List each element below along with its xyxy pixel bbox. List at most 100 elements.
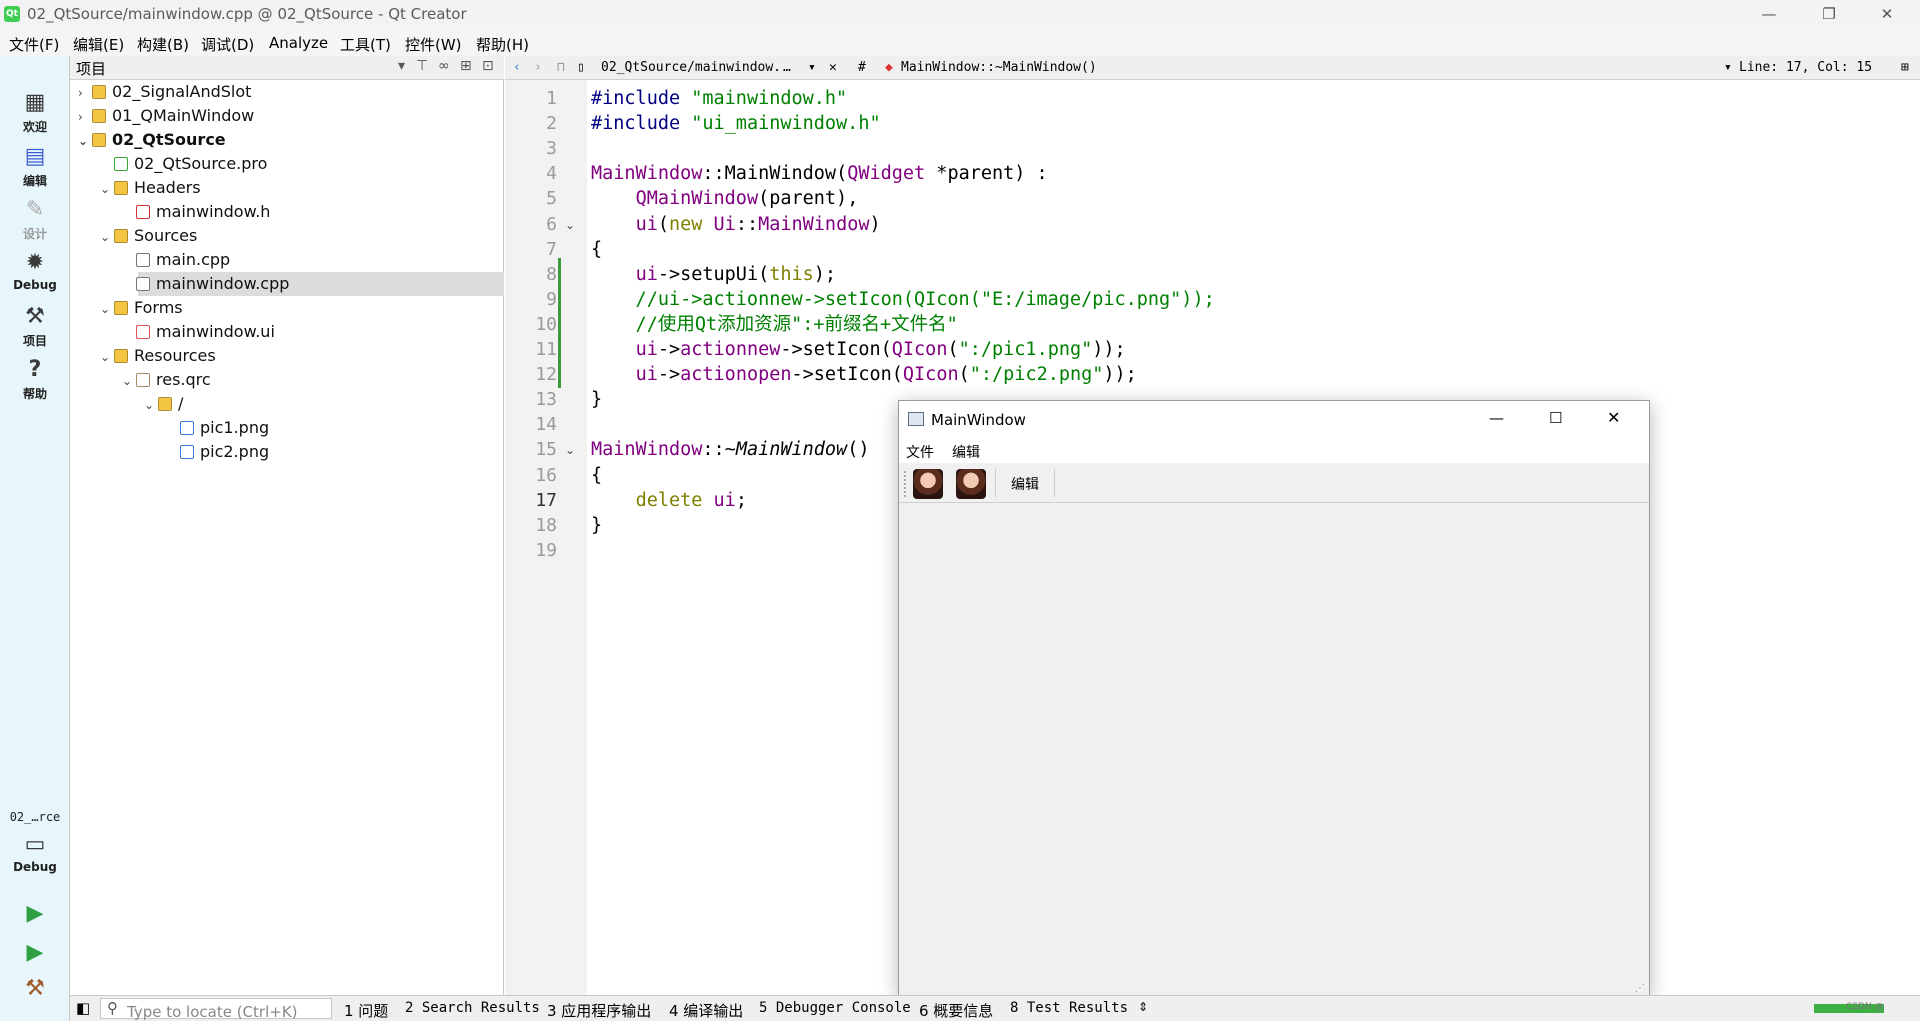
toolbar-edit-action[interactable]: 编辑 <box>1011 474 1039 494</box>
expand-arrow-icon[interactable]: ⌄ <box>122 369 136 393</box>
code-line[interactable]: } <box>591 387 602 412</box>
tree-item[interactable]: › 01_QMainWindow <box>78 104 254 128</box>
code-line[interactable]: } <box>591 513 602 538</box>
split-icon[interactable]: ⊞ <box>460 58 472 74</box>
fold-arrow-icon[interactable]: ⌄ <box>565 443 575 457</box>
back-icon[interactable]: ‹ <box>513 60 521 75</box>
expand-arrow-icon[interactable]: › <box>78 81 92 105</box>
tree-item[interactable]: mainwindow.cpp <box>122 272 289 296</box>
tree-item[interactable]: ⌄ Resources <box>100 344 216 368</box>
code-line[interactable]: { <box>591 237 602 262</box>
tree-item[interactable]: › 02_SignalAndSlot <box>78 80 251 104</box>
code-line[interactable]: ui->actionnew->setIcon(QIcon(":/pic1.png… <box>591 337 1126 362</box>
app-window[interactable]: MainWindow — ☐ ✕ 文件 编辑 编辑 ⋰ <box>898 400 1650 997</box>
pane-menu-icon[interactable]: ⇕ <box>1138 1000 1148 1014</box>
split-editor-icon[interactable]: ⊞ <box>1901 60 1909 75</box>
pane-debugger-console[interactable]: 5 Debugger Console <box>759 1000 911 1016</box>
pane-general-messages[interactable]: 6 概要信息 <box>919 1000 993 1021</box>
expand-arrow-icon[interactable]: ⌄ <box>100 225 114 249</box>
tree-item[interactable]: ⌄ Forms <box>100 296 183 320</box>
close-button[interactable]: ✕ <box>1864 0 1910 29</box>
restore-button[interactable]: ❐ <box>1806 0 1852 29</box>
close-file-icon[interactable]: ✕ <box>829 60 837 75</box>
app-close-icon[interactable]: ✕ <box>1607 408 1620 427</box>
mode-edit[interactable]: ▤ 编辑 <box>0 144 70 189</box>
tree-item[interactable]: ⌄ / <box>144 392 183 416</box>
debug-run-button[interactable]: ▶ <box>0 940 70 968</box>
expand-arrow-icon[interactable]: › <box>78 105 92 129</box>
menu-tools[interactable]: 工具(T) <box>340 34 391 55</box>
code-line[interactable]: MainWindow::MainWindow(QWidget *parent) … <box>591 161 1048 186</box>
menu-help[interactable]: 帮助(H) <box>476 34 529 55</box>
menu-file[interactable]: 文件(F) <box>9 34 59 55</box>
menu-debug[interactable]: 调试(D) <box>201 34 254 55</box>
mode-welcome[interactable]: ▦ 欢迎 <box>0 90 70 135</box>
action-open-icon[interactable] <box>956 469 986 499</box>
resize-grip[interactable]: ⋰ <box>1635 983 1645 994</box>
tree-item[interactable]: ⌄ Headers <box>100 176 201 200</box>
locator-input[interactable]: ⚲ Type to locate (Ctrl+K) <box>100 998 332 1021</box>
pane-compile-output[interactable]: 4 编译输出 <box>669 1000 743 1021</box>
pane-app-output[interactable]: 3 应用程序输出 <box>547 1000 651 1021</box>
tree-item[interactable]: mainwindow.h <box>122 200 270 224</box>
tree-item[interactable]: pic2.png <box>166 440 269 464</box>
expand-arrow-icon[interactable]: ⌄ <box>78 129 92 153</box>
tree-item[interactable]: main.cpp <box>122 248 230 272</box>
pane-search-results[interactable]: 2 Search Results <box>405 1000 540 1016</box>
code-line[interactable]: QMainWindow(parent), <box>591 186 859 211</box>
toggle-sidebar-icon[interactable]: ◧ <box>76 999 90 1017</box>
forward-icon[interactable]: › <box>534 60 542 75</box>
menu-build[interactable]: 构建(B) <box>137 34 189 55</box>
code-token: ->setIcon( <box>791 364 903 386</box>
tree-item[interactable]: mainwindow.ui <box>122 320 275 344</box>
tree-item[interactable]: 02_QtSource.pro <box>100 152 267 176</box>
code-line[interactable]: delete ui; <box>591 488 747 513</box>
app-minimize-icon[interactable]: — <box>1489 409 1504 427</box>
link-icon[interactable]: ∞ <box>438 58 450 74</box>
fold-arrow-icon[interactable]: ⌄ <box>565 218 575 232</box>
code-line[interactable]: ui->actionopen->setIcon(QIcon(":/pic2.pn… <box>591 362 1137 387</box>
cursor-position[interactable]: Line: 17, Col: 15 <box>1739 60 1872 75</box>
code-line[interactable]: ui(new Ui::MainWindow) <box>591 212 881 237</box>
code-line[interactable]: //ui->actionnew->setIcon(QIcon("E:/image… <box>591 287 1215 312</box>
expand-arrow-icon[interactable]: ⌄ <box>100 345 114 369</box>
app-menu-file[interactable]: 文件 <box>906 442 934 462</box>
mode-projects[interactable]: ⚒ 项目 <box>0 304 70 349</box>
expand-arrow-icon[interactable]: ⌄ <box>100 297 114 321</box>
toolbar-handle[interactable] <box>904 471 906 497</box>
symbol-dropdown-icon[interactable]: ▾ <box>1724 60 1732 75</box>
code-line[interactable]: MainWindow::~MainWindow() <box>591 437 869 462</box>
tree-item[interactable]: pic1.png <box>166 416 269 440</box>
code-line[interactable]: //使用Qt添加资源":+前缀名+文件名" <box>591 312 958 337</box>
code-line[interactable]: #include "ui_mainwindow.h" <box>591 111 881 136</box>
run-button[interactable]: ▶ <box>0 901 70 929</box>
dropdown-icon[interactable]: ▾ <box>398 58 405 74</box>
menu-controls[interactable]: 控件(W) <box>405 34 462 55</box>
tree-item[interactable]: ⌄ 02_QtSource <box>78 128 226 152</box>
mode-design[interactable]: ✎ 设计 <box>0 197 70 242</box>
tree-item[interactable]: ⌄ Sources <box>100 224 197 248</box>
app-maximize-icon[interactable]: ☐ <box>1549 409 1562 427</box>
pane-issues[interactable]: 1 问题 <box>344 1000 388 1021</box>
menu-edit[interactable]: 编辑(E) <box>73 34 124 55</box>
menu-analyze[interactable]: Analyze <box>269 34 328 52</box>
action-new-icon[interactable] <box>913 469 943 499</box>
expand-arrow-icon[interactable]: ⌄ <box>144 393 158 417</box>
kit-selector[interactable]: ▭ Debug <box>0 832 70 874</box>
file-dropdown-icon[interactable]: ▾ <box>808 60 816 75</box>
filter-icon[interactable]: ⊤ <box>416 58 428 74</box>
app-menu-edit[interactable]: 编辑 <box>952 442 980 462</box>
pane-test-results[interactable]: 8 Test Results <box>1010 1000 1128 1016</box>
file-selector[interactable]: 02_QtSource/mainwindow. <box>601 60 781 75</box>
close-pane-icon[interactable]: ⊡ <box>482 58 494 74</box>
code-line[interactable]: #include "mainwindow.h" <box>591 86 847 111</box>
mode-help[interactable]: ? 帮助 <box>0 357 70 402</box>
expand-arrow-icon[interactable]: ⌄ <box>100 177 114 201</box>
build-button[interactable]: ⚒ <box>0 976 70 1004</box>
minimize-button[interactable]: — <box>1746 0 1792 29</box>
mode-debug[interactable]: ✹ Debug <box>0 250 70 292</box>
code-line[interactable]: ui->setupUi(this); <box>591 262 837 287</box>
tree-item[interactable]: ⌄ res.qrc <box>122 368 211 392</box>
code-line[interactable]: { <box>591 463 602 488</box>
symbol-selector[interactable]: MainWindow::~MainWindow() <box>901 60 1097 75</box>
